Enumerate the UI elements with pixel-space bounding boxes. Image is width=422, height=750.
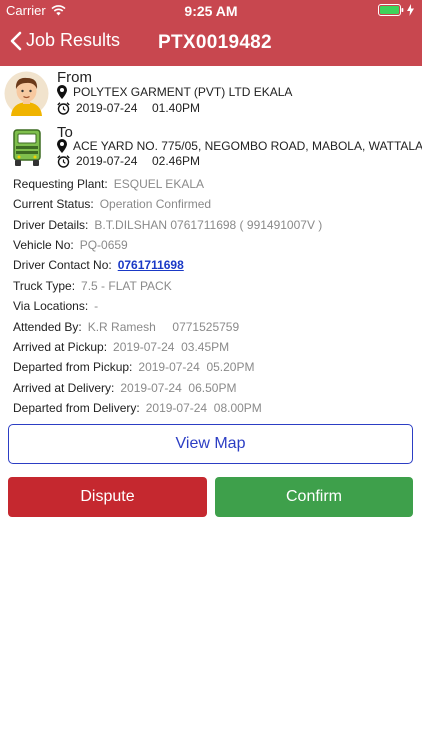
via-locations-label: Via Locations: xyxy=(13,299,89,313)
vehicle-no-label: Vehicle No: xyxy=(13,238,74,252)
departed-delivery-value: 2019-07-24 08.00PM xyxy=(145,401,262,415)
clock: 9:25 AM xyxy=(184,3,238,19)
truck-icon xyxy=(13,129,41,166)
from-location-line: POLYTEX GARMENT (PVT) LTD EKALA xyxy=(57,85,292,99)
driver-contact-row: Driver Contact No: 0761711698 xyxy=(13,258,184,272)
departed-delivery-row: Departed from Delivery: 2019-07-24 08.00P… xyxy=(13,401,262,415)
from-date: 2019-07-24 xyxy=(76,101,138,115)
to-date: 2019-07-24 xyxy=(76,154,138,168)
location-pin-icon xyxy=(57,139,67,153)
arrived-pickup-label: Arrived at Pickup: xyxy=(13,340,108,354)
back-label: Job Results xyxy=(26,30,121,50)
attended-by-row: Attended By: K.R Ramesh 0771525759 xyxy=(13,320,239,334)
current-status-label: Current Status: xyxy=(13,197,94,211)
driver-details-row: Driver Details: B.T.DILSHAN 0761711698 ( … xyxy=(13,218,322,232)
departed-delivery-label: Departed from Delivery: xyxy=(13,401,140,415)
driver-avatar-icon xyxy=(4,71,49,116)
departed-pickup-value: 2019-07-24 05.20PM xyxy=(138,360,255,374)
status-bar: Carrier 9:25 AM xyxy=(0,0,422,22)
departed-pickup-label: Departed from Pickup: xyxy=(13,360,133,374)
chevron-left-icon xyxy=(10,31,22,50)
alarm-clock-icon xyxy=(57,154,70,168)
truck-type-label: Truck Type: xyxy=(13,279,76,293)
attended-by-label: Attended By: xyxy=(13,320,82,334)
truck-type-value: 7.5 - FLAT PACK xyxy=(81,279,172,293)
driver-contact-link[interactable]: 0761711698 xyxy=(118,258,184,272)
view-map-button[interactable]: View Map xyxy=(8,424,413,464)
back-button[interactable]: Job Results xyxy=(10,30,120,51)
status-icons xyxy=(378,4,414,16)
arrived-pickup-value: 2019-07-24 03.45PM xyxy=(113,340,230,354)
driver-details-label: Driver Details: xyxy=(13,218,89,232)
from-heading: From xyxy=(57,69,92,86)
charging-icon xyxy=(407,4,414,16)
driver-contact-label: Driver Contact No: xyxy=(13,258,112,272)
requesting-plant-row: Requesting Plant: ESQUEL EKALA xyxy=(13,177,204,191)
alarm-clock-icon xyxy=(57,101,70,115)
nav-bar: Job Results PTX0019482 xyxy=(0,22,422,66)
attended-by-value: K.R Ramesh 0771525759 xyxy=(87,320,240,334)
requesting-plant-value: ESQUEL EKALA xyxy=(113,177,204,191)
current-status-row: Current Status: Operation Confirmed xyxy=(13,197,211,211)
to-time: 02.46PM xyxy=(152,154,201,168)
vehicle-no-value: PQ-0659 xyxy=(79,238,128,252)
to-time-line: 2019-07-24 02.46PM xyxy=(57,154,200,168)
to-section: To ACE YARD NO. 775/05, NEGOMBO ROAD, MA… xyxy=(0,122,422,172)
confirm-button[interactable]: Confirm xyxy=(215,477,413,517)
current-status-value: Operation Confirmed xyxy=(99,197,212,211)
from-time-line: 2019-07-24 01.40PM xyxy=(57,101,200,115)
via-locations-value: - xyxy=(94,299,99,313)
from-section: From POLYTEX GARMENT (PVT) LTD EKALA 201… xyxy=(0,68,422,118)
vehicle-no-row: Vehicle No: PQ-0659 xyxy=(13,238,128,252)
arrived-pickup-row: Arrived at Pickup: 2019-07-24 03.45PM xyxy=(13,340,229,354)
page-title: PTX0019482 xyxy=(158,32,272,53)
arrived-delivery-row: Arrived at Delivery: 2019-07-24 06.50PM xyxy=(13,381,236,395)
location-pin-icon xyxy=(57,85,67,99)
arrived-delivery-label: Arrived at Delivery: xyxy=(13,381,115,395)
truck-type-row: Truck Type: 7.5 - FLAT PACK xyxy=(13,279,172,293)
via-locations-row: Via Locations: - xyxy=(13,299,98,313)
requesting-plant-label: Requesting Plant: xyxy=(13,177,108,191)
dispute-button[interactable]: Dispute xyxy=(8,477,207,517)
to-location: ACE YARD NO. 775/05, NEGOMBO ROAD, MABOL… xyxy=(73,139,422,153)
to-location-line: ACE YARD NO. 775/05, NEGOMBO ROAD, MABOL… xyxy=(57,139,422,153)
battery-icon xyxy=(378,4,404,16)
departed-pickup-row: Departed from Pickup: 2019-07-24 05.20PM xyxy=(13,360,254,374)
from-time: 01.40PM xyxy=(152,101,201,115)
arrived-delivery-value: 2019-07-24 06.50PM xyxy=(120,381,237,395)
driver-details-value: B.T.DILSHAN 0761711698 ( 991491007V ) xyxy=(94,218,323,232)
from-location: POLYTEX GARMENT (PVT) LTD EKALA xyxy=(73,85,293,99)
